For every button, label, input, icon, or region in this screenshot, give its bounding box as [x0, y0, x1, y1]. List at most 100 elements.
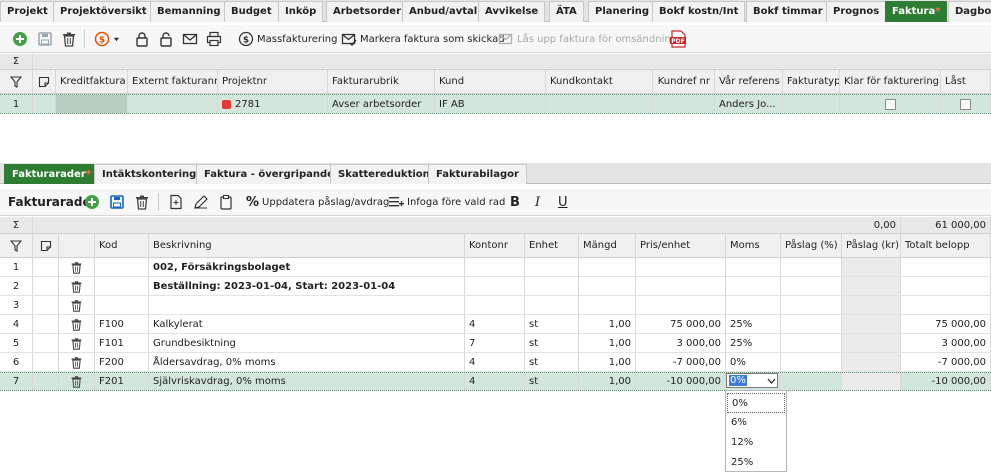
kod-cell[interactable]: F200: [95, 353, 149, 371]
kod-cell[interactable]: F201: [95, 373, 149, 390]
enhet-cell[interactable]: st: [525, 334, 579, 352]
kontonr-cell[interactable]: [465, 258, 525, 276]
col-header-kontonr[interactable]: Kontonr: [465, 234, 525, 257]
filter-button[interactable]: [0, 234, 33, 257]
col-header-paslag-kr[interactable]: Påslag (kr): [842, 234, 901, 257]
mass-invoicing-button[interactable]: $ Massfakturering: [238, 29, 338, 49]
row-delete-button[interactable]: [59, 296, 95, 314]
invoice-row[interactable]: 1 2781 Avser arbetsorder IF AB Anders Jo…: [0, 94, 991, 114]
pris-enhet-cell[interactable]: [636, 258, 726, 276]
notes-column-header[interactable]: [33, 70, 56, 93]
col-header-var-referens[interactable]: Vår referens: [715, 70, 783, 93]
tab-faktura[interactable]: Faktura*: [885, 1, 948, 22]
tab-bemanning[interactable]: Bemanning: [150, 1, 228, 22]
invoice-line-row[interactable]: 3: [0, 296, 991, 315]
enhet-cell[interactable]: [525, 258, 579, 276]
col-header-pris-enhet[interactable]: Pris/enhet: [636, 234, 726, 257]
pris-enhet-cell[interactable]: 3 000,00: [636, 334, 726, 352]
col-header-kundref-nr[interactable]: Kundref nr: [653, 70, 715, 93]
pris-enhet-cell[interactable]: [636, 296, 726, 314]
enhet-cell[interactable]: [525, 277, 579, 295]
email-button[interactable]: [182, 29, 198, 49]
row-delete-button[interactable]: [59, 334, 95, 352]
invoice-line-row[interactable]: 4 F100 Kalkylerat 4 st 1,00 75 000,00 25…: [0, 315, 991, 334]
tab-fakturabilagor[interactable]: Fakturabilagor: [428, 164, 527, 184]
underline-button[interactable]: U: [558, 192, 568, 212]
kontonr-cell[interactable]: [465, 277, 525, 295]
col-header-kundkontakt[interactable]: Kundkontakt: [546, 70, 653, 93]
row-delete-button[interactable]: [59, 315, 95, 333]
paslag-procent-cell[interactable]: [781, 296, 842, 314]
col-header-mangd[interactable]: Mängd: [579, 234, 636, 257]
currency-menu-button[interactable]: $: [94, 29, 120, 49]
col-header-fakturarubrik[interactable]: Fakturarubrik: [328, 70, 435, 93]
kod-cell[interactable]: [95, 258, 149, 276]
kundkontakt-cell[interactable]: [546, 95, 653, 113]
invoice-line-row[interactable]: 7 F201 Självriskavdrag, 0% moms 4 st 1,0…: [0, 372, 991, 391]
moms-cell[interactable]: 0%: [726, 353, 781, 371]
col-header-fakturatyp[interactable]: Fakturatyp: [783, 70, 840, 93]
lock-button[interactable]: [134, 29, 150, 49]
notes-column-header[interactable]: [33, 234, 59, 257]
unlock-button[interactable]: [158, 29, 174, 49]
kontonr-cell[interactable]: 4: [465, 315, 525, 333]
tab-prognos[interactable]: Prognos: [826, 1, 887, 22]
beskrivning-cell[interactable]: Kalkylerat: [149, 315, 465, 333]
save-button[interactable]: [37, 29, 53, 49]
row-delete-button[interactable]: [59, 353, 95, 371]
mangd-cell[interactable]: 1,00: [579, 373, 636, 390]
tab-bokf-kostn[interactable]: Bokf kostn/Int: [652, 1, 746, 22]
fakturarubrik-cell[interactable]: Avser arbetsorder: [328, 95, 435, 113]
tab-arbetsorder[interactable]: Arbetsorder: [326, 1, 409, 22]
moms-option-25[interactable]: 25%: [727, 453, 785, 473]
kund-cell[interactable]: IF AB: [435, 95, 546, 113]
invoice-line-row[interactable]: 1 002, Försäkringsbolaget: [0, 258, 991, 277]
row-note-cell[interactable]: [33, 277, 59, 295]
tab-avvikelse[interactable]: Avvikelse: [478, 1, 546, 22]
pdf-button[interactable]: PDF: [669, 29, 687, 49]
moms-cell[interactable]: [726, 296, 781, 314]
fakturatyp-cell[interactable]: [783, 95, 840, 113]
tab-fakturarader[interactable]: Fakturarader*: [4, 164, 100, 184]
mangd-cell[interactable]: 1,00: [579, 353, 636, 371]
paslag-procent-cell[interactable]: [781, 353, 842, 371]
col-header-kod[interactable]: Kod: [95, 234, 149, 257]
row-delete-button[interactable]: [59, 373, 95, 390]
mangd-cell[interactable]: 1,00: [579, 315, 636, 333]
mangd-cell[interactable]: [579, 277, 636, 295]
beskrivning-cell[interactable]: Beställning: 2023-01-04, Start: 2023-01-…: [149, 277, 465, 295]
moms-option-6[interactable]: 6%: [727, 413, 785, 433]
beskrivning-cell[interactable]: [149, 296, 465, 314]
update-markup-button[interactable]: % Uppdatera påslag/avdrag: [246, 192, 389, 212]
tab-budget[interactable]: Budget: [224, 1, 279, 22]
last-checkbox[interactable]: [960, 98, 971, 110]
invoice-line-row[interactable]: 2 Beställning: 2023-01-04, Start: 2023-0…: [0, 277, 991, 296]
row-note-cell[interactable]: [33, 315, 59, 333]
mangd-cell[interactable]: 1,00: [579, 334, 636, 352]
col-header-paslag-procent[interactable]: Påslag (%): [781, 234, 842, 257]
col-header-klar-for-fakturering[interactable]: Klar för fakturering: [840, 70, 941, 93]
tab-dagbok[interactable]: Dagbok: [948, 1, 991, 22]
pris-enhet-cell[interactable]: 75 000,00: [636, 315, 726, 333]
beskrivning-cell[interactable]: Åldersavdrag, 0% moms: [149, 353, 465, 371]
tab-faktura-overgripande[interactable]: Faktura - övergripande: [196, 164, 342, 184]
col-header-externt-fakturanr[interactable]: Externt fakturanr: [128, 70, 218, 93]
beskrivning-cell[interactable]: Självriskavdrag, 0% moms: [149, 373, 465, 390]
kontonr-cell[interactable]: 4: [465, 373, 525, 390]
bold-button[interactable]: B: [510, 192, 520, 212]
row-delete-button[interactable]: [59, 277, 95, 295]
save-lines-button[interactable]: [109, 192, 125, 212]
tab-skattereduktion[interactable]: Skattereduktion: [330, 164, 438, 184]
tab-projektoversikt[interactable]: Projektöversikt: [53, 1, 154, 22]
tab-projekt[interactable]: Projekt: [0, 1, 55, 22]
externt-fakturanr-cell[interactable]: [128, 95, 218, 113]
row-note-cell[interactable]: [33, 95, 56, 113]
enhet-cell[interactable]: st: [525, 373, 579, 390]
moms-cell[interactable]: [726, 277, 781, 295]
paslag-procent-cell[interactable]: [781, 315, 842, 333]
col-header-beskrivning[interactable]: Beskrivning: [149, 234, 465, 257]
kontonr-cell[interactable]: [465, 296, 525, 314]
add-line-button[interactable]: [84, 192, 100, 212]
row-note-cell[interactable]: [33, 334, 59, 352]
paslag-procent-cell[interactable]: [781, 277, 842, 295]
